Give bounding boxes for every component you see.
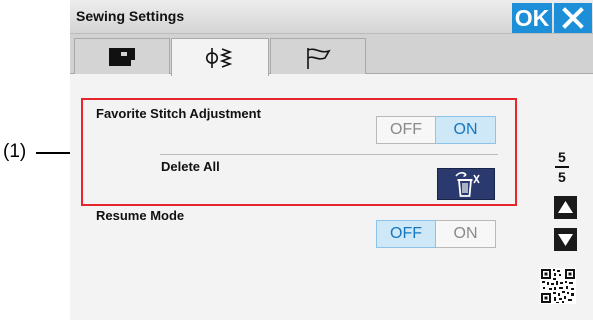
page-up-button[interactable]: [554, 196, 577, 219]
page-current: 5: [558, 149, 566, 165]
qr-code-icon[interactable]: [540, 268, 576, 304]
title-bar: Sewing Settings OK: [70, 0, 593, 34]
triangle-up-icon: [558, 201, 573, 213]
triangle-down-icon: [558, 234, 573, 246]
delete-all-label: Delete All: [161, 159, 220, 174]
page-fraction-bar: [555, 166, 569, 168]
close-button[interactable]: [554, 3, 592, 33]
callout-label: (1): [3, 141, 27, 162]
screen-title: Sewing Settings: [76, 8, 185, 24]
flag-icon: [307, 48, 331, 69]
delete-all-button[interactable]: [437, 168, 495, 200]
row-divider: [160, 154, 498, 155]
settings-screen: Sewing Settings OK Favorite Stitch Adjus…: [70, 0, 593, 320]
page-total: 5: [558, 169, 566, 185]
resume-mode-toggle: OFF ON: [376, 220, 496, 248]
tab-bar: [70, 34, 593, 76]
resume-mode-off-button[interactable]: OFF: [376, 220, 436, 248]
resume-mode-label: Resume Mode: [96, 208, 185, 223]
favorite-stitch-off-button[interactable]: OFF: [376, 116, 436, 144]
favorite-stitch-on-button[interactable]: ON: [436, 116, 496, 144]
favorite-stitch-toggle: OFF ON: [376, 116, 496, 144]
close-icon: [562, 7, 584, 29]
favorite-stitch-label: Favorite Stitch Adjustment: [96, 106, 261, 121]
resume-mode-on-button[interactable]: ON: [436, 220, 496, 248]
tab-machine-settings[interactable]: [74, 38, 170, 74]
tab-general-settings[interactable]: [270, 38, 366, 74]
stitch-icon: [205, 48, 233, 68]
settings-content: Favorite Stitch Adjustment OFF ON Delete…: [70, 75, 593, 320]
sewing-machine-icon: [109, 48, 135, 66]
trash-delete-icon: [455, 172, 480, 197]
ok-button[interactable]: OK: [512, 3, 552, 33]
tab-sewing-settings[interactable]: [171, 38, 269, 76]
page-down-button[interactable]: [554, 228, 577, 251]
